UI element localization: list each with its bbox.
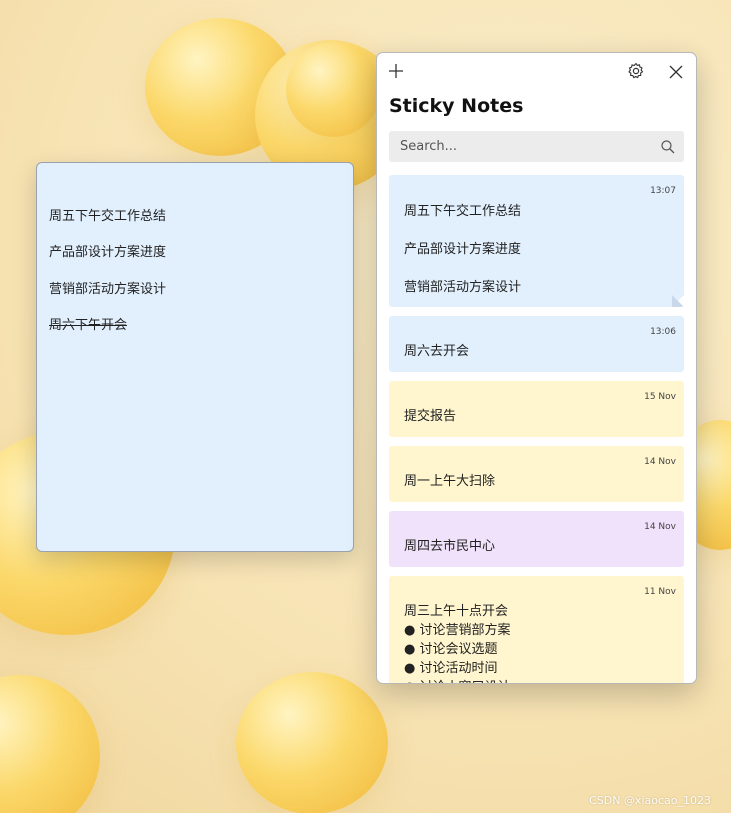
note-line: ● 讨论会议选题	[404, 642, 498, 657]
note-timestamp: 13:07	[650, 186, 676, 196]
note-line: 营销部活动方案设计	[404, 280, 522, 295]
note-card[interactable]: 13:06 周六去开会	[389, 316, 684, 372]
wallpaper-sphere	[236, 672, 388, 813]
search-input[interactable]	[389, 131, 655, 162]
note-line: 周一上午大扫除	[404, 474, 496, 489]
page-curl	[672, 295, 684, 307]
note-card[interactable]: 14 Nov 周一上午大扫除	[389, 446, 684, 502]
note-card[interactable]: 13:07 周五下午交工作总结 产品部设计方案进度 营销部活动方案设计	[389, 175, 684, 307]
note-line: ● 讨论营销部方案	[404, 623, 511, 638]
note-line: 周四去市民中心	[404, 539, 496, 554]
note-line: ● 讨论小窗口设计	[404, 676, 510, 683]
wallpaper-sphere	[0, 675, 100, 813]
note-line: 产品部设计方案进度	[404, 242, 522, 257]
search-icon[interactable]	[660, 139, 676, 155]
note-timestamp: 14 Nov	[644, 522, 676, 532]
sticky-notes-list-window: Sticky Notes 13:07 周五下午交工作总结 产品部设计方案进度 营…	[376, 52, 697, 684]
note-line-strikethrough[interactable]: 周六下午开会	[49, 314, 127, 333]
note-line[interactable]: 周五下午交工作总结	[49, 205, 166, 224]
close-button[interactable]	[665, 62, 687, 84]
wallpaper-sphere	[286, 42, 381, 137]
note-line: 周三上午十点开会	[404, 604, 509, 619]
note-line: 周六去开会	[404, 344, 470, 359]
note-line: ● 讨论活动时间	[404, 661, 498, 676]
note-timestamp: 13:06	[650, 327, 676, 337]
note-card[interactable]: 14 Nov 周四去市民中心	[389, 511, 684, 567]
settings-button[interactable]	[625, 62, 647, 84]
note-line: 周五下午交工作总结	[404, 204, 522, 219]
plus-icon	[388, 63, 404, 83]
note-line: 提交报告	[404, 409, 457, 424]
app-title: Sticky Notes	[389, 95, 524, 117]
note-line[interactable]: 营销部活动方案设计	[49, 278, 166, 297]
title-bar	[377, 53, 696, 91]
note-timestamp: 14 Nov	[644, 457, 676, 467]
note-card[interactable]: 15 Nov 提交报告	[389, 381, 684, 437]
note-line[interactable]: 产品部设计方案进度	[49, 241, 166, 260]
gear-icon	[627, 62, 645, 84]
note-card[interactable]: 11 Nov 周三上午十点开会 ● 讨论营销部方案 ● 讨论会议选题 ● 讨论活…	[389, 576, 684, 683]
open-sticky-note[interactable]: 周五下午交工作总结 产品部设计方案进度 营销部活动方案设计 周六下午开会	[36, 162, 354, 552]
close-icon	[669, 64, 683, 83]
note-timestamp: 11 Nov	[644, 587, 676, 597]
add-note-button[interactable]	[385, 62, 407, 84]
watermark-text: CSDN @xiaocao_1023	[589, 794, 711, 807]
search-field[interactable]	[389, 131, 684, 162]
note-timestamp: 15 Nov	[644, 392, 676, 402]
